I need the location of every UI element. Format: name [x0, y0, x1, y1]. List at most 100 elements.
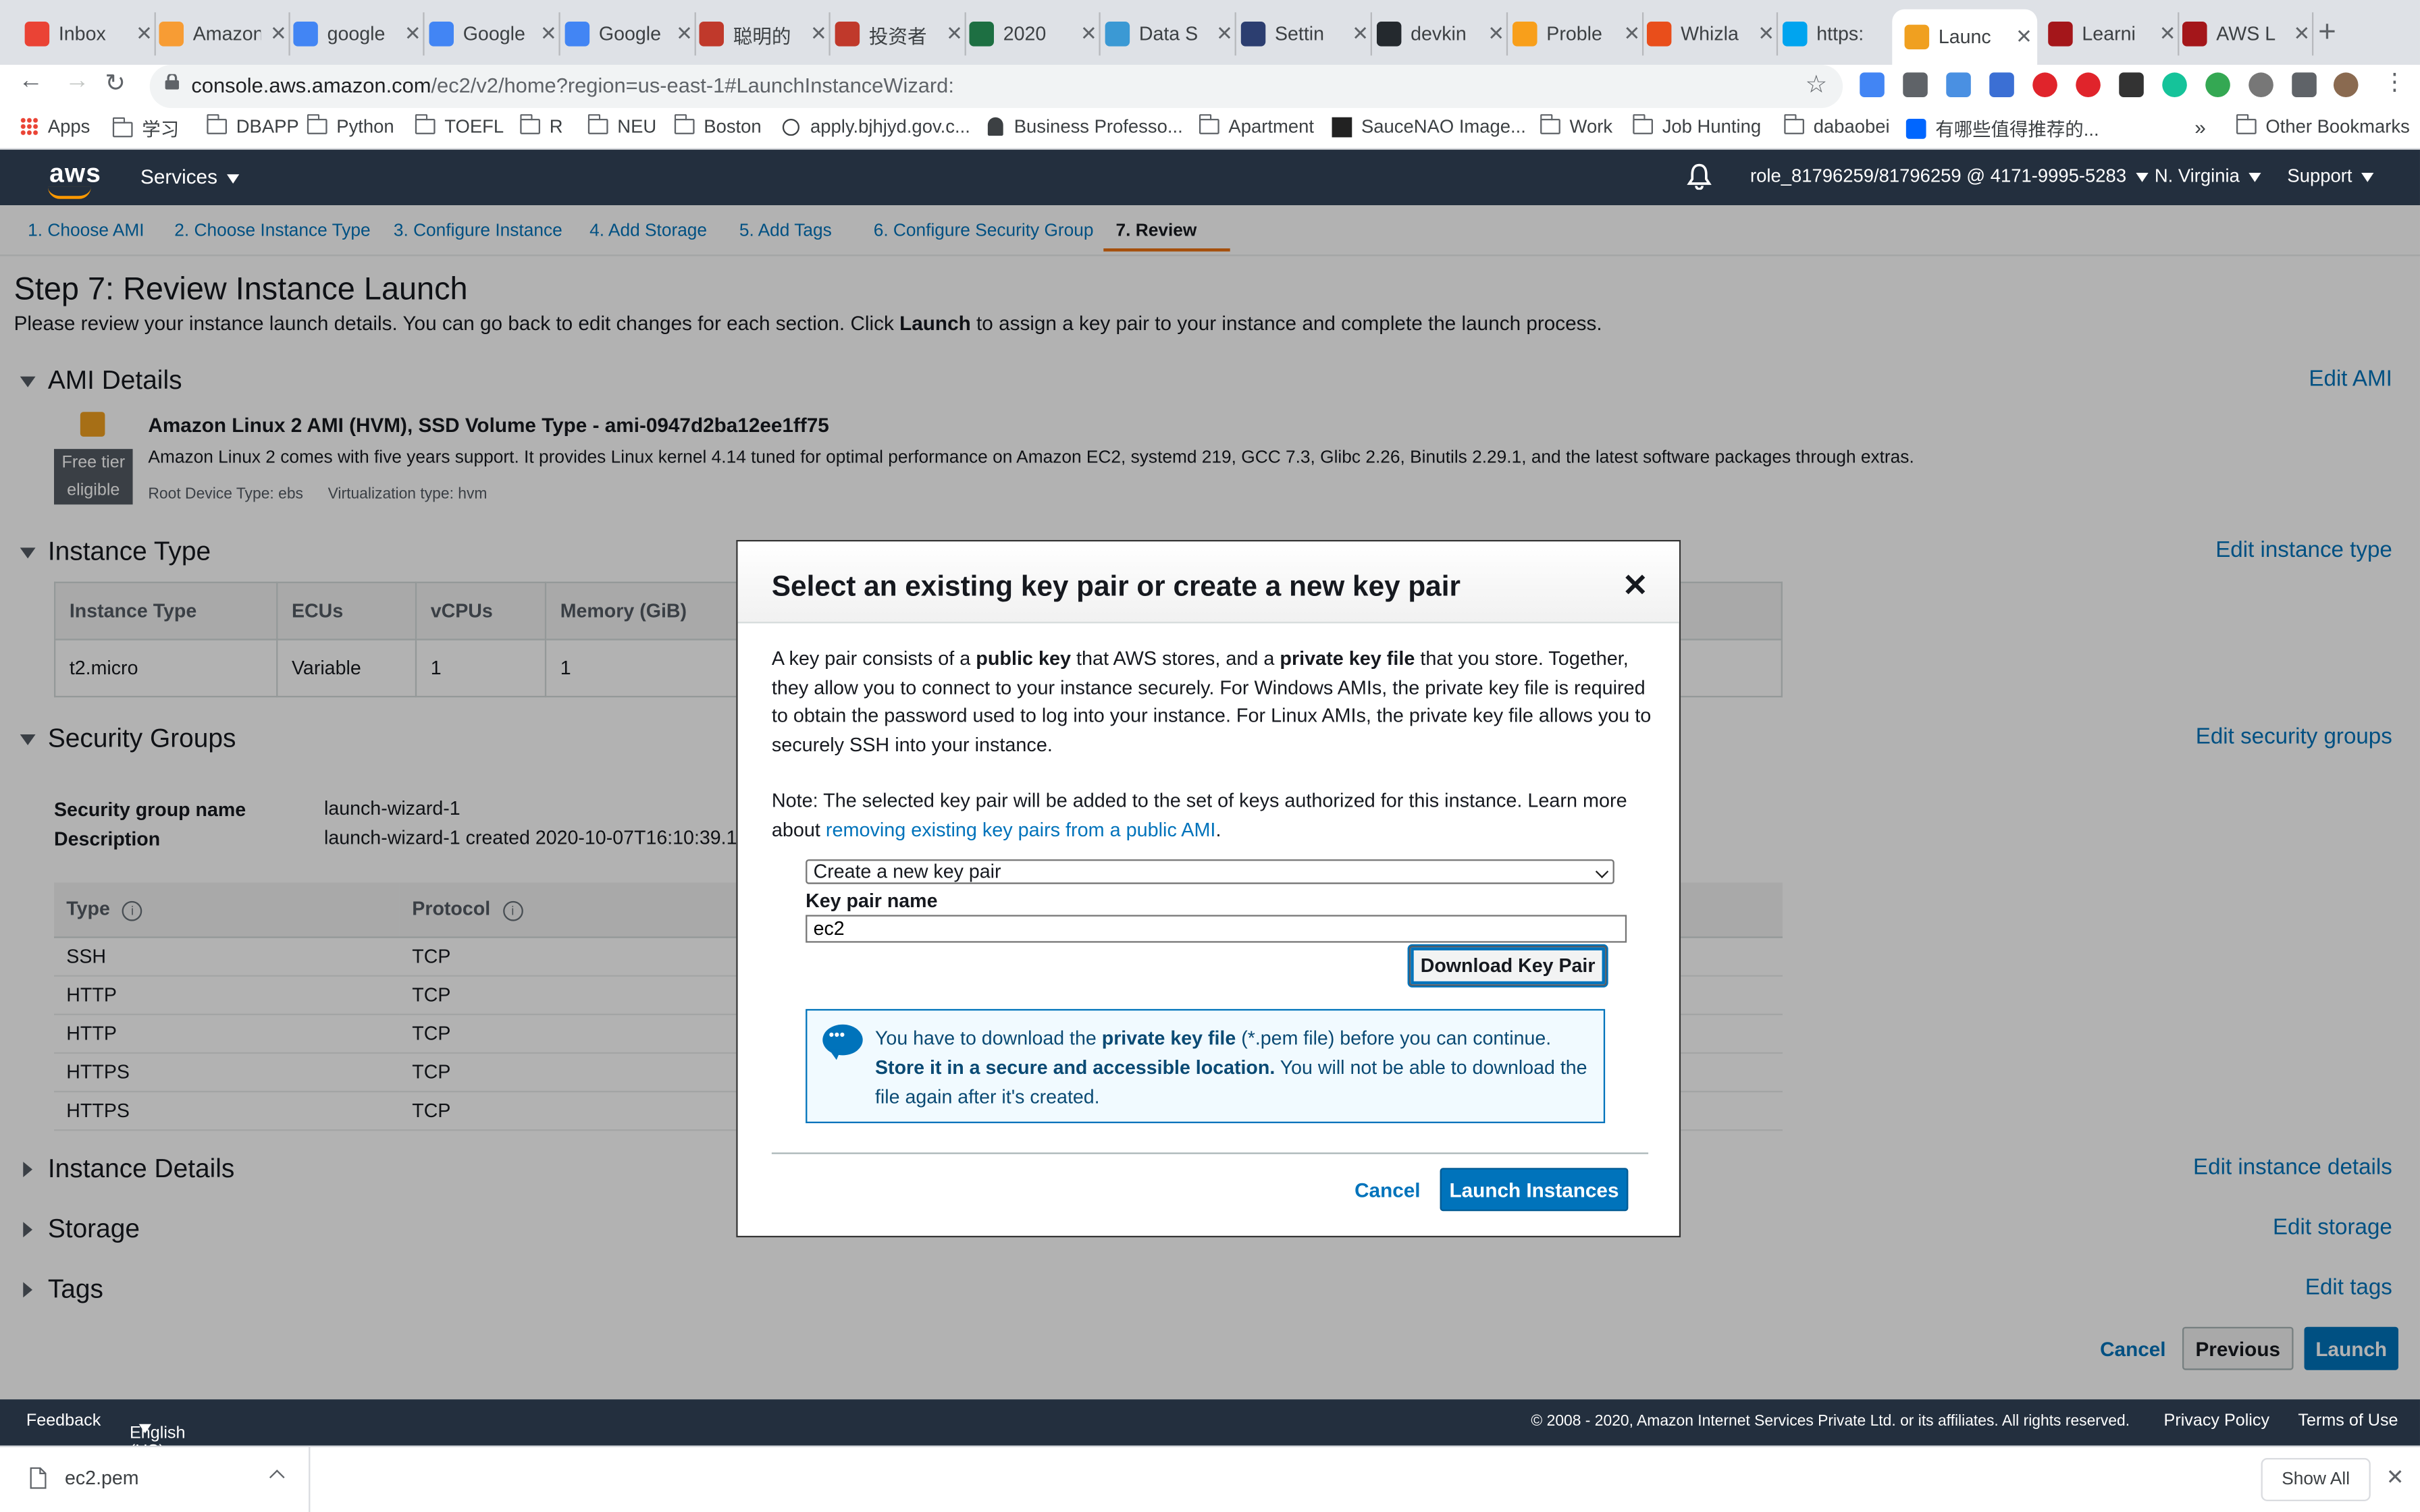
account-menu[interactable]: role_81796259/81796259 @ 4171-9995-5283 — [1750, 165, 2149, 187]
browser-tab-title: 聪明的 — [733, 25, 791, 47]
bookmark-item[interactable]: Job Hunting — [1633, 114, 1761, 137]
browser-tab[interactable]: Data S ✕ — [1105, 12, 1236, 56]
bookmark-item[interactable]: Work — [1540, 114, 1613, 138]
close-tab-icon[interactable]: ✕ — [1352, 22, 1369, 47]
bookmark-item[interactable]: Boston — [674, 114, 762, 137]
close-tab-icon[interactable]: ✕ — [2016, 25, 2032, 50]
show-all-downloads-button[interactable]: Show All — [2261, 1457, 2371, 1501]
more-bookmarks-chevron-icon[interactable]: » — [2194, 115, 2206, 138]
bookmark-label: Work — [1569, 115, 1613, 138]
bookmark-item[interactable]: Apps — [20, 115, 90, 137]
key-pair-name-input[interactable] — [806, 915, 1627, 943]
bookmark-item[interactable]: R — [520, 114, 563, 137]
address-bar[interactable]: console.aws.amazon.com/ec2/v2/home?regio… — [149, 64, 1843, 108]
close-tab-icon[interactable]: ✕ — [540, 22, 557, 47]
google-translate-icon — [429, 21, 454, 47]
browser-tab[interactable]: Google ✕ — [564, 12, 696, 56]
close-tab-icon[interactable]: ✕ — [1080, 22, 1097, 47]
bookmark-item[interactable]: 有哪些值得推荐的... — [1905, 115, 2099, 142]
dialog-cancel-button[interactable]: Cancel — [1349, 1168, 1426, 1211]
close-tab-icon[interactable]: ✕ — [2159, 22, 2176, 47]
kebab-menu-icon[interactable]: ⋮ — [2383, 68, 2406, 96]
key-pair-option-select[interactable]: Create a new key pair — [806, 859, 1614, 884]
forward-arrow-icon[interactable]: → — [65, 68, 90, 96]
support-menu[interactable]: Support — [2287, 165, 2374, 187]
close-tab-icon[interactable]: ✕ — [946, 22, 963, 47]
bookmark-star-icon[interactable]: ☆ — [1805, 70, 1827, 101]
close-icon[interactable]: ✕ — [2386, 1464, 2404, 1490]
profile-avatar[interactable] — [2333, 72, 2359, 97]
browser-tab[interactable]: Learni ✕ — [2048, 12, 2180, 56]
browser-tab[interactable]: google ✕ — [293, 12, 425, 56]
browser-tab[interactable]: AWS L ✕ — [2182, 12, 2314, 56]
back-arrow-icon[interactable]: ← — [18, 68, 43, 96]
chevron-up-icon[interactable] — [269, 1469, 285, 1485]
extension-icon[interactable] — [2205, 72, 2230, 97]
privacy-policy-link[interactable]: Privacy Policy — [2164, 1411, 2269, 1430]
browser-tab[interactable]: Google ✕ — [429, 12, 560, 56]
browser-tab[interactable]: Inbox ✕ — [24, 12, 156, 56]
services-menu[interactable]: Services — [140, 165, 239, 188]
launch-instances-button[interactable]: Launch Instances — [1440, 1168, 1629, 1212]
browser-tab[interactable]: 2020 ✕ — [969, 12, 1101, 56]
other-bookmarks[interactable]: Other Bookmarks — [2236, 114, 2410, 137]
browser-tab[interactable]: Settin ✕ — [1240, 12, 1372, 56]
udemy-icon — [2048, 21, 2073, 47]
close-tab-icon[interactable]: ✕ — [270, 22, 287, 47]
close-tab-icon[interactable]: ✕ — [404, 22, 421, 47]
browser-tab[interactable]: 投资者 ✕ — [835, 12, 966, 56]
removing-key-pairs-link[interactable]: removing existing key pairs from a publi… — [826, 819, 1216, 840]
copyright-text: © 2008 - 2020, Amazon Internet Services … — [1531, 1413, 2130, 1430]
feedback-link[interactable]: Feedback — [26, 1411, 101, 1430]
grammarly-extension-icon[interactable] — [2162, 72, 2187, 97]
opera-extension-icon[interactable] — [2032, 72, 2057, 97]
close-tab-icon[interactable]: ✕ — [676, 22, 693, 47]
browser-tab[interactable]: devkin ✕ — [1376, 12, 1508, 56]
settings-icon — [1240, 21, 1266, 47]
extension-icon[interactable] — [1903, 72, 1928, 97]
extension-icon[interactable] — [2248, 72, 2273, 97]
chat-bubble-icon — [822, 1024, 863, 1060]
bell-icon[interactable] — [1687, 162, 1712, 194]
terms-of-use-link[interactable]: Terms of Use — [2298, 1411, 2398, 1430]
close-tab-icon[interactable]: ✕ — [1624, 22, 1641, 47]
amazon-icon — [159, 21, 184, 47]
close-tab-icon[interactable]: ✕ — [2294, 22, 2311, 47]
bookmark-item[interactable]: dabaobei — [1784, 114, 1890, 137]
download-item[interactable]: ec2.pem — [0, 1447, 311, 1512]
browser-tab[interactable]: 聪明的 ✕ — [699, 12, 831, 56]
bookmark-label: apply.bjhjyd.gov.c... — [810, 115, 970, 138]
bookmark-item[interactable]: apply.bjhjyd.gov.c... — [782, 115, 970, 138]
close-tab-icon[interactable]: ✕ — [1216, 22, 1233, 47]
browser-tab[interactable]: Proble ✕ — [1512, 12, 1644, 56]
extension-icon[interactable] — [2119, 72, 2144, 97]
close-tab-icon[interactable]: ✕ — [810, 22, 827, 47]
browser-tab[interactable]: Launc ✕ — [1892, 9, 2038, 65]
bookmark-item[interactable]: Business Professo... — [987, 115, 1183, 137]
browser-tab[interactable]: Amazon ✕ — [159, 12, 290, 56]
bookmark-item[interactable]: NEU — [587, 114, 656, 137]
notice-text: You have to download the private key fil… — [874, 1027, 1587, 1108]
calendar-extension-icon[interactable] — [1946, 72, 1971, 97]
translate-extension-icon[interactable] — [1860, 72, 1885, 97]
bookmark-item[interactable]: SauceNAO Image... — [1332, 115, 1526, 137]
reload-icon[interactable]: ↻ — [105, 68, 126, 99]
bookmark-item[interactable]: Apartment — [1199, 114, 1314, 137]
bookmark-item[interactable]: DBAPP — [207, 114, 299, 137]
region-menu[interactable]: N. Virginia — [2155, 165, 2261, 187]
bookmark-item[interactable]: Python — [307, 114, 394, 137]
close-tab-icon[interactable]: ✕ — [1758, 22, 1774, 47]
close-icon[interactable]: ✕ — [1623, 566, 1648, 605]
adblock-extension-icon[interactable] — [2076, 72, 2101, 97]
download-key-pair-button[interactable]: Download Key Pair — [1409, 946, 1607, 986]
bookmark-item[interactable]: TOEFL — [415, 114, 504, 137]
close-tab-icon[interactable]: ✕ — [1488, 22, 1504, 47]
close-tab-icon[interactable]: ✕ — [136, 22, 153, 47]
browser-tab[interactable]: Whizla ✕ — [1646, 12, 1779, 56]
aws-logo[interactable]: aws — [49, 159, 101, 190]
extension-icon[interactable] — [1989, 72, 2014, 97]
bookmark-item[interactable]: 学习 — [112, 115, 179, 142]
browser-tab-title: Data S — [1138, 23, 1199, 45]
puzzle-extensions-icon[interactable] — [2292, 72, 2317, 97]
new-tab-plus-icon[interactable]: + — [2318, 16, 2336, 51]
